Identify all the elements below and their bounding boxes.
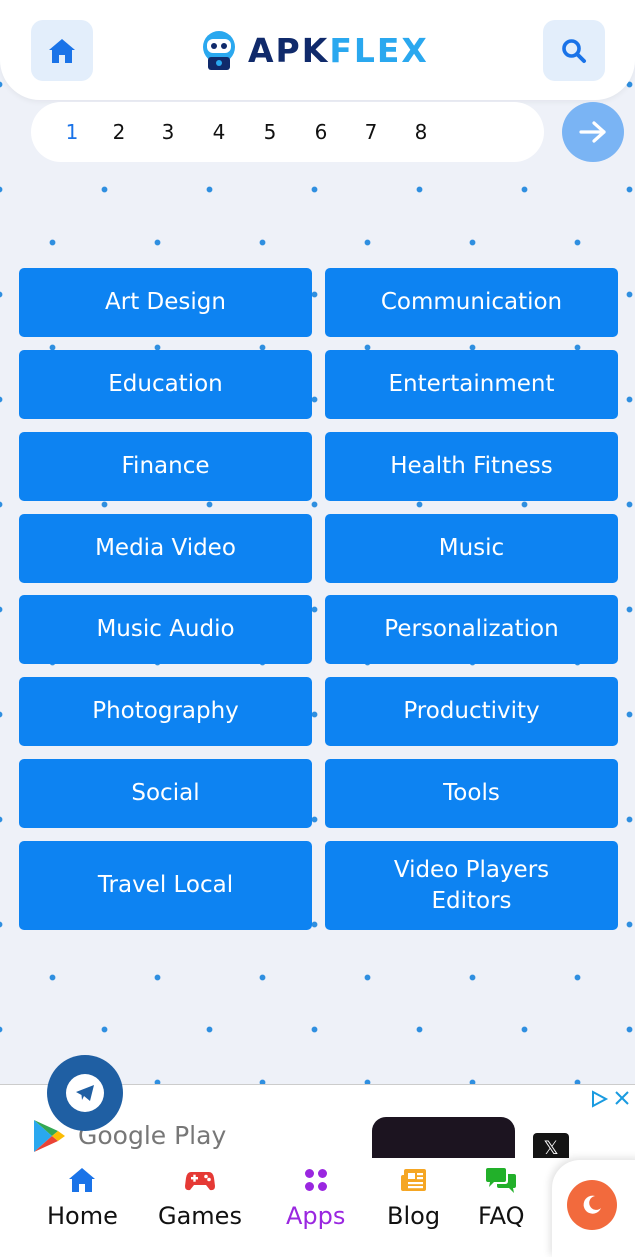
- nav-faq[interactable]: FAQ: [478, 1166, 525, 1230]
- category-photography[interactable]: Photography: [19, 677, 312, 746]
- ad-thumbnail: [372, 1117, 515, 1164]
- page-link-7[interactable]: 7: [356, 102, 386, 162]
- category-art-design[interactable]: Art Design: [19, 268, 312, 337]
- category-travel-local[interactable]: Travel Local: [19, 841, 312, 930]
- page-link-1[interactable]: 1: [57, 102, 87, 162]
- next-page-button[interactable]: [562, 102, 624, 162]
- search-icon: [562, 38, 586, 63]
- page-link-3[interactable]: 3: [153, 102, 183, 162]
- telegram-button[interactable]: [47, 1055, 123, 1131]
- category-music-audio[interactable]: Music Audio: [19, 595, 312, 664]
- apps-icon: [304, 1169, 327, 1191]
- gamepad-icon: [184, 1172, 215, 1191]
- home-icon: [69, 1168, 96, 1192]
- page-link-8[interactable]: 8: [406, 102, 436, 162]
- page-link-5[interactable]: 5: [255, 102, 285, 162]
- home-button[interactable]: [31, 20, 93, 81]
- category-social[interactable]: Social: [19, 759, 312, 828]
- category-music[interactable]: Music: [325, 514, 618, 583]
- nav-blog-label: Blog: [387, 1202, 441, 1230]
- category-personalization[interactable]: Personalization: [325, 595, 618, 664]
- chat-icon: [486, 1168, 517, 1193]
- nav-home-label: Home: [47, 1202, 118, 1230]
- category-productivity[interactable]: Productivity: [325, 677, 618, 746]
- category-communication[interactable]: Communication: [325, 268, 618, 337]
- nav-games[interactable]: Games: [158, 1166, 242, 1230]
- page-link-4[interactable]: 4: [204, 102, 234, 162]
- home-icon: [49, 38, 75, 63]
- ad-choices-icon[interactable]: [589, 1089, 609, 1109]
- category-health-fitness[interactable]: Health Fitness: [325, 432, 618, 501]
- nav-apps[interactable]: Apps: [286, 1166, 345, 1230]
- site-logo[interactable]: APK FLEX: [198, 28, 429, 72]
- nav-apps-label: Apps: [286, 1202, 346, 1230]
- nav-faq-label: FAQ: [478, 1202, 525, 1230]
- logo-text-flex: FLEX: [329, 30, 429, 70]
- bottom-navigation: Home Games Apps Blog FAQ: [0, 1158, 635, 1257]
- category-tools[interactable]: Tools: [325, 759, 618, 828]
- dark-mode-toggle[interactable]: [552, 1160, 635, 1257]
- category-video-players-editors[interactable]: Video Players Editors: [325, 841, 618, 930]
- ad-close-icon[interactable]: [613, 1089, 631, 1107]
- pagination-bar: 1 2 3 4 5 6 7 8: [31, 102, 544, 162]
- category-entertainment[interactable]: Entertainment: [325, 350, 618, 419]
- nav-games-label: Games: [158, 1202, 242, 1230]
- category-finance[interactable]: Finance: [19, 432, 312, 501]
- logo-text-apk: APK: [248, 30, 330, 70]
- category-media-video[interactable]: Media Video: [19, 514, 312, 583]
- telegram-icon: [76, 1085, 94, 1101]
- moon-icon: [583, 1195, 601, 1214]
- nav-blog[interactable]: Blog: [387, 1166, 440, 1230]
- robot-logo-icon: [203, 31, 235, 70]
- search-button[interactable]: [543, 20, 605, 81]
- arrow-right-icon: [579, 121, 606, 143]
- nav-home[interactable]: Home: [47, 1166, 118, 1230]
- category-education[interactable]: Education: [19, 350, 312, 419]
- site-header: APK FLEX: [0, 0, 635, 100]
- page-link-6[interactable]: 6: [306, 102, 336, 162]
- newspaper-icon: [400, 1169, 426, 1191]
- page-link-2[interactable]: 2: [104, 102, 134, 162]
